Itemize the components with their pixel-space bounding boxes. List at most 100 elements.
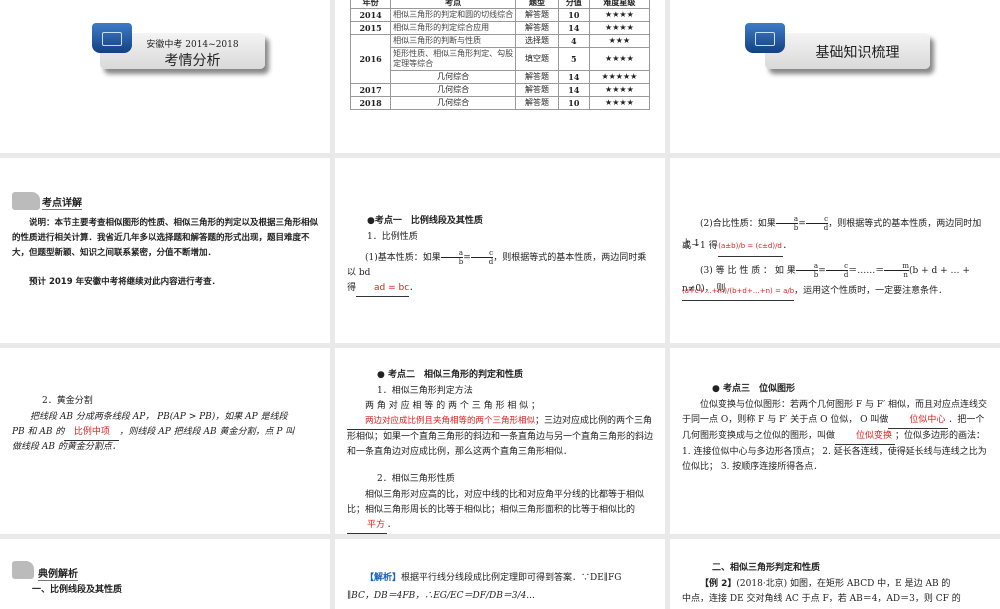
slide-10[interactable]: 典例解析 一、比例线段及其性质	[0, 539, 330, 609]
text: (2018·北京) 如图，在矩形 ABCD 中，E 是边 AB 的	[736, 579, 951, 589]
cell-type: 解答题	[515, 83, 559, 97]
text: (1)基本性质：如果	[365, 253, 441, 263]
header-year: 年份	[349, 0, 392, 9]
text: ，运用这个性质时，一定要注意条件．	[794, 286, 948, 296]
banner-title: 考情分析	[164, 53, 221, 69]
section-heading: 考点详解	[42, 194, 82, 210]
slide-6[interactable]: (2)合比性质：如果 a b = c d ，则根据等式的基本性质，两边同时加上 1 或－1 …	[670, 158, 1000, 343]
cell-stars: ★★★★★	[588, 70, 651, 84]
text: 做线段 AB 的黄金分割点．	[12, 442, 121, 452]
subheading: 2．黄金分割	[42, 396, 93, 406]
cell-type: 解答题	[515, 96, 559, 110]
cell-type: 解答题	[515, 70, 559, 84]
text: PB 和 AB 的	[12, 427, 65, 437]
cell-score: 14	[557, 21, 590, 35]
cell-year: 2016	[349, 34, 392, 84]
slide-5[interactable]: ●考点一 比例线段及其性质 1．比例性质 (1)基本性质：如果 a b = c d ，则根据…	[335, 158, 665, 343]
cell-type: 填空题	[515, 47, 559, 71]
text: ．	[409, 283, 419, 293]
text: ∥BC，DB＝4FB，∴EG/EC＝DF/DB＝3/4...	[347, 591, 535, 601]
text: ，则线段 AP 把线段 AB 黄金分割，点 P 叫	[119, 427, 295, 437]
text: (3) 等 比 性 质 ： 如 果	[700, 266, 796, 276]
cell-score: 10	[557, 96, 590, 110]
cell-topic: 几何综合	[390, 83, 517, 97]
slide-1[interactable]: 安徽中考 2014~2018 考情分析	[0, 0, 330, 153]
book-icon	[12, 192, 40, 210]
cell-stars: ★★★★	[588, 8, 651, 22]
text: 两 角 对 应 相 等 的 两 个 三 角 形 相 似 ；	[365, 401, 541, 411]
cell-topic: 相似三角形的判定综合应用	[390, 21, 517, 35]
header-topic: 考点	[390, 0, 517, 9]
answer-blank: ad = bc	[356, 281, 410, 297]
slide-11[interactable]: 【解析】根据平行线分线段成比例定理即可得到答案．∵DE∥FG ∥BC，DB＝4F…	[335, 539, 665, 609]
section-heading: ● 考点三 位似图形	[712, 384, 795, 394]
cell-topic: 几何综合	[390, 96, 517, 110]
text: 或－1 得	[682, 241, 718, 251]
cell-topic: 相似三角形的判断与性质	[390, 34, 517, 48]
cell-stars: ★★★★	[588, 21, 651, 35]
text: 把线段 AB 分成两条线段 AP， PB(AP > PB)，如果 AP 是线段	[30, 412, 288, 422]
cell-type: 解答题	[515, 8, 559, 22]
slide-2[interactable]: 年份 考点 题型 分值 难度星级 2014 相似三角形的判定和圆的切线综合 解答题 10 ★★★…	[335, 0, 665, 153]
subheading: 一、比例线段及其性质	[32, 585, 123, 595]
cell-score: 5	[557, 47, 590, 71]
cell-stars: ★★★	[588, 34, 651, 48]
answer-blank: 位似变换	[835, 429, 896, 445]
answer-blank: 两边对应成比例且夹角相等的两个三角形相似	[347, 414, 536, 430]
header-stars: 难度星级	[588, 0, 651, 9]
analysis-tag: 【解析】	[365, 573, 402, 583]
cell-type: 解答题	[515, 21, 559, 35]
table-row: 2018 几何综合 解答题 10 ★★★★	[349, 96, 651, 110]
text: 相似三角形对应高的比，对应中线的比和对应角平分线的比都等于相似比；相似三角形周长…	[347, 490, 645, 515]
answer-blank: 比例中项	[64, 425, 120, 441]
book-icon	[12, 561, 34, 579]
exam-table: 年份 考点 题型 分值 难度星级 2014 相似三角形的判定和圆的切线综合 解答题 10 ★★★…	[349, 0, 651, 110]
answer-blank: (a+c+…+m)/(b+d+…+n) = a/b	[682, 282, 795, 301]
slide-9[interactable]: ● 考点三 位似图形 位似变换与位似图形：若两个几何图形 F 与 F′ 相似，而…	[670, 348, 1000, 534]
cell-score: 14	[557, 70, 590, 84]
cell-score: 14	[557, 83, 590, 97]
cell-year: 2017	[349, 83, 392, 97]
table-row: 2015 相似三角形的判定综合应用 解答题 14 ★★★★	[349, 21, 651, 35]
forecast-text: 预计 2019 年安徽中考将继续对此内容进行考查．	[29, 277, 221, 287]
section-heading: 二、相似三角形判定和性质	[712, 563, 821, 573]
cell-year: 2015	[349, 21, 392, 35]
subheading: 1．相似三角形判定方法	[377, 386, 473, 396]
example-tag: 【例 2】	[700, 579, 737, 589]
subheading: 2．相似三角形性质	[377, 474, 455, 484]
folder-icon	[92, 23, 132, 53]
title-banner: 基础知识梳理	[765, 33, 930, 69]
subheading: 1．比例性质	[367, 232, 418, 242]
cell-topic: 几何综合	[390, 70, 517, 84]
answer-blank: 位似中心	[888, 413, 949, 429]
cell-topic: 矩形性质、相似三角形判定、勾股定理等综合	[390, 47, 517, 71]
section-heading: ●考点一 比例线段及其性质	[367, 216, 483, 226]
folder-icon	[745, 23, 785, 53]
cell-stars: ★★★★	[588, 83, 651, 97]
cell-score: 10	[557, 8, 590, 22]
cell-stars: ★★★★	[588, 47, 651, 71]
text: ＝……＝	[848, 266, 885, 276]
description-text: 说明：本节主要考查相似图形的性质、相似三角形的判定以及根据三角形相似的性质进行相…	[12, 218, 319, 258]
slide-7[interactable]: 2．黄金分割 把线段 AB 分成两条线段 AP， PB(AP > PB)，如果 …	[0, 348, 330, 534]
slide-3[interactable]: 基础知识梳理	[670, 0, 1000, 153]
table-row: 2016 相似三角形的判断与性质 选择题 4 ★★★	[349, 34, 651, 84]
cell-stars: ★★★★	[588, 96, 651, 110]
slide-4[interactable]: 考点详解 说明：本节主要考查相似图形的性质、相似三角形的判定以及根据三角形相似的…	[0, 158, 330, 343]
section-heading: 典例解析	[38, 565, 78, 581]
cell-year: 2014	[349, 8, 392, 22]
slide-8[interactable]: ● 考点二 相似三角形的判定和性质 1．相似三角形判定方法 两 角 对 应 相 …	[335, 348, 665, 534]
header-type: 题型	[515, 0, 559, 9]
text: (2)合比性质：如果	[700, 219, 776, 229]
slide-12[interactable]: 二、相似三角形判定和性质 【例 2】(2018·北京) 如图，在矩形 ABCD …	[670, 539, 1000, 609]
answer-blank: (a±b)/b = (c±d)/d	[717, 236, 783, 257]
answer-blank: 平方	[347, 518, 387, 534]
table-row: 2014 相似三角形的判定和圆的切线综合 解答题 10 ★★★★	[349, 8, 651, 22]
table-row: 矩形性质、相似三角形判定、勾股定理等综合 填空题 5 ★★★★	[351, 47, 651, 71]
cell-topic: 相似三角形的判定和圆的切线综合	[390, 8, 517, 22]
table-row: 2017 几何综合 解答题 14 ★★★★	[349, 83, 651, 97]
cell-score: 4	[557, 34, 590, 48]
header-score: 分值	[557, 0, 590, 9]
text: ．	[387, 520, 397, 530]
text: 根据平行线分线段成比例定理即可得到答案．∵DE∥FG	[401, 573, 622, 583]
